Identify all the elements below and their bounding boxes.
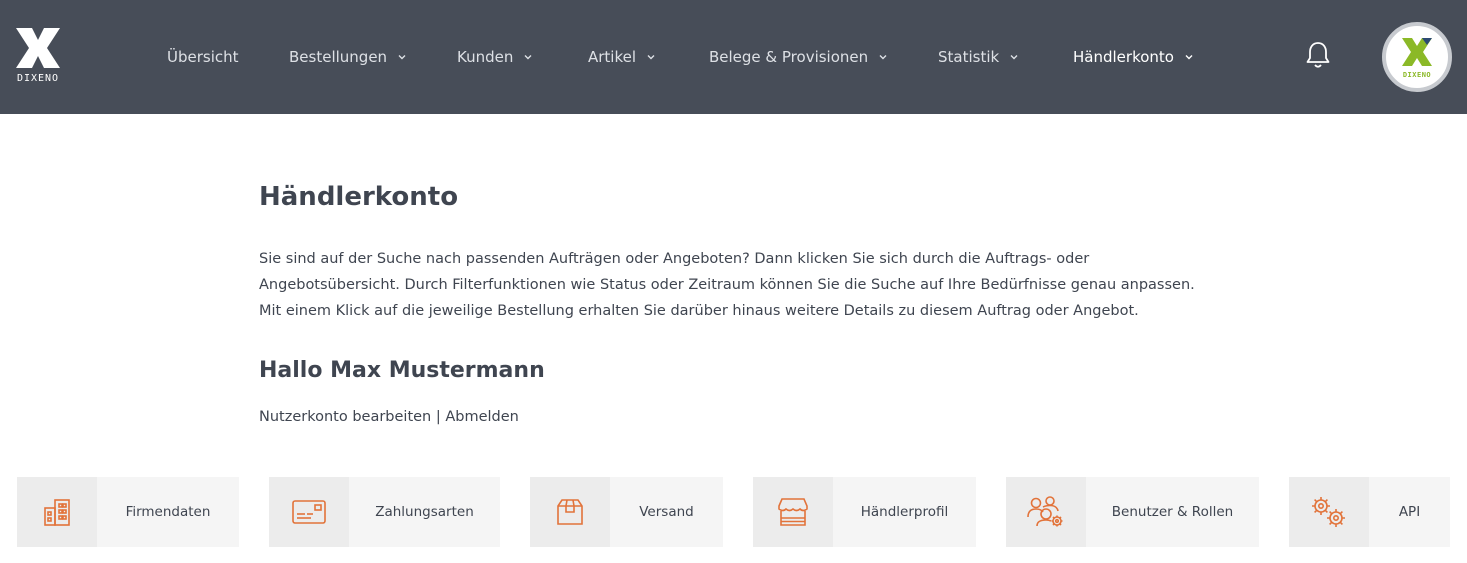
tile-label: Benutzer & Rollen [1111, 504, 1234, 520]
credit-card-icon [292, 500, 326, 524]
storefront-icon [778, 498, 808, 526]
tile-haendlerprofil[interactable]: Händlerprofil [753, 477, 976, 547]
greeting-heading: Hallo Max Mustermann [259, 358, 545, 383]
chevron-down-icon [398, 55, 406, 60]
nav-uebersicht[interactable]: Übersicht [167, 46, 239, 68]
bell-icon[interactable] [1304, 40, 1332, 70]
nav-label: Bestellungen [289, 48, 388, 66]
avatar-logo-text: DIXENO [1402, 71, 1432, 79]
tile-benutzer-rollen[interactable]: Benutzer & Rollen [1006, 477, 1259, 547]
nav-label: Kunden [457, 48, 514, 66]
chevron-down-icon [524, 55, 532, 60]
tile-icon-box [1289, 477, 1369, 547]
tile-versand[interactable]: Versand [530, 477, 723, 547]
tile-icon-box [17, 477, 97, 547]
nav-artikel[interactable]: Artikel [588, 46, 656, 68]
nav-kunden[interactable]: Kunden [457, 46, 533, 68]
chevron-down-icon [647, 55, 655, 60]
gears-icon [1312, 497, 1345, 527]
nav-label: Statistik [938, 48, 1000, 66]
tile-zahlungsarten[interactable]: Zahlungsarten [269, 477, 500, 547]
nav-label: Übersicht [167, 48, 239, 66]
tile-icon-box [530, 477, 610, 547]
tile-icon-box [1006, 477, 1086, 547]
user-avatar[interactable]: DIXENO [1382, 22, 1452, 92]
top-header: DIXENO Übersicht Bestellungen Kunden Art… [0, 0, 1467, 114]
nav-belege-provisionen[interactable]: Belege & Provisionen [709, 46, 888, 68]
link-separator: | [435, 409, 441, 425]
package-icon [557, 499, 583, 525]
tile-icon-box [269, 477, 349, 547]
account-links: Nutzerkonto bearbeiten | Abmelden [259, 409, 519, 425]
tile-label: Firmendaten [125, 504, 211, 520]
logo-text: DIXENO [16, 73, 60, 84]
tile-firmendaten[interactable]: Firmendaten [17, 477, 239, 547]
intro-line: Mit einem Klick auf die jeweilige Bestel… [259, 303, 1139, 319]
nav-statistik[interactable]: Statistik [938, 46, 1019, 68]
nav-haendlerkonto[interactable]: Händlerkonto [1073, 46, 1194, 68]
tile-label: Händlerprofil [860, 504, 949, 520]
chevron-down-icon [879, 55, 887, 60]
intro-line: Angebotsübersicht. Durch Filterfunktione… [259, 277, 1195, 293]
chevron-down-icon [1010, 55, 1018, 60]
page-title: Händlerkonto [259, 182, 459, 212]
nav-label: Händlerkonto [1073, 48, 1174, 66]
users-settings-icon [1027, 496, 1063, 527]
edit-account-link[interactable]: Nutzerkonto bearbeiten [259, 409, 431, 425]
intro-line: Sie sind auf der Suche nach passenden Au… [259, 251, 1090, 267]
tile-api[interactable]: API [1289, 477, 1450, 547]
tile-icon-box [753, 477, 833, 547]
nav-bestellungen[interactable]: Bestellungen [289, 46, 407, 68]
nav-label: Belege & Provisionen [709, 48, 869, 66]
tile-label: Zahlungsarten [375, 504, 474, 520]
logout-link[interactable]: Abmelden [445, 409, 519, 425]
chevron-down-icon [1185, 55, 1193, 60]
x-logo-icon [16, 28, 60, 68]
intro-text: Sie sind auf der Suche nach passenden Au… [259, 246, 1219, 324]
tile-label: API [1398, 504, 1421, 520]
nav-label: Artikel [588, 48, 637, 66]
building-icon [44, 499, 70, 526]
tile-label: Versand [639, 504, 694, 520]
dixeno-logo[interactable]: DIXENO [12, 26, 66, 88]
x-logo-icon [1402, 38, 1432, 66]
